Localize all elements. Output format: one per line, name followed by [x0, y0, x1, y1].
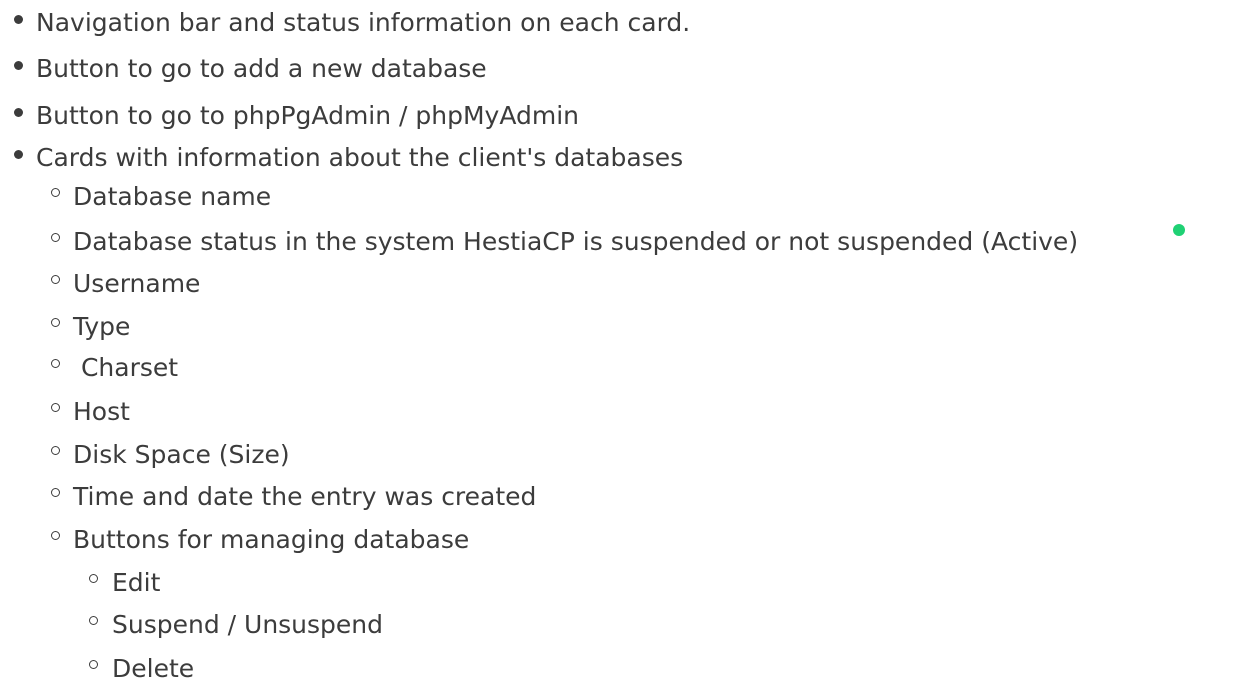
active-status-dot-icon	[1173, 224, 1185, 236]
list-item-text: Delete	[112, 654, 195, 681]
list-item-text: Navigation bar and status information on…	[36, 8, 691, 37]
list-item-text: Username	[73, 269, 201, 298]
circle-bullet-icon	[51, 403, 60, 412]
bullet-icon	[14, 150, 23, 159]
circle-bullet-icon	[51, 359, 60, 368]
list-item-text: Disk Space (Size)	[73, 440, 290, 469]
list-item-text: Type	[73, 312, 131, 341]
list-item-text: Button to go to add a new database	[36, 54, 487, 83]
circle-bullet-icon	[89, 660, 98, 669]
circle-bullet-icon	[89, 574, 98, 583]
circle-bullet-icon	[51, 233, 60, 242]
list-item-text: Host	[73, 397, 130, 426]
circle-bullet-icon	[89, 616, 98, 625]
list-item-text: Suspend / Unsuspend	[112, 610, 384, 639]
circle-bullet-icon	[51, 531, 60, 540]
bullet-icon	[14, 108, 23, 117]
bullet-icon	[14, 61, 23, 70]
circle-bullet-icon	[51, 275, 60, 284]
bullet-icon	[14, 15, 23, 24]
list-item-text: Buttons for managing database	[73, 525, 470, 554]
list-item-text: Button to go to phpPgAdmin / phpMyAdmin	[36, 101, 580, 130]
circle-bullet-icon	[51, 488, 60, 497]
list-item-text: Cards with information about the client'…	[36, 143, 684, 172]
circle-bullet-icon	[51, 318, 60, 327]
circle-bullet-icon	[51, 446, 60, 455]
list-item-text: Charset	[73, 353, 179, 382]
list-item-text: Database status in the system HestiaCP i…	[73, 227, 1079, 256]
list-item-text: Edit	[112, 568, 161, 597]
list-item-text: Database name	[73, 182, 272, 211]
list-item-text: Time and date the entry was created	[73, 482, 537, 511]
circle-bullet-icon	[51, 188, 60, 197]
